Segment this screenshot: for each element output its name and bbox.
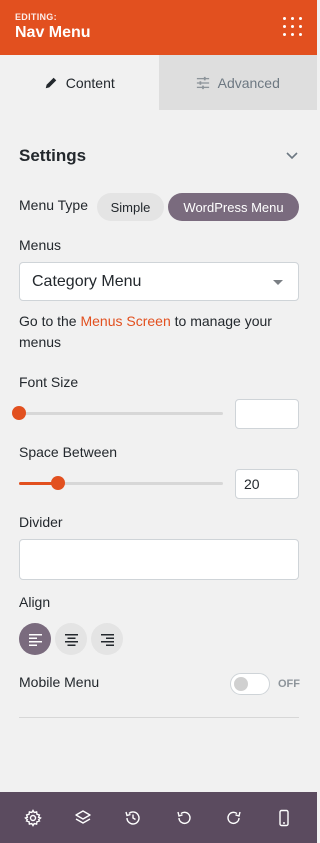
grid-menu-icon[interactable] — [283, 17, 303, 37]
tab-advanced[interactable]: Advanced — [158, 55, 317, 110]
space-between-input[interactable]: 20 — [235, 469, 299, 499]
toggle-knob — [234, 677, 248, 691]
tab-advanced-label: Advanced — [217, 74, 280, 91]
settings-section-header[interactable]: Settings — [19, 146, 299, 166]
mobile-icon — [279, 809, 289, 826]
undo-icon — [176, 811, 191, 824]
page-title: Nav Menu — [15, 24, 91, 41]
sliders-icon — [196, 76, 209, 89]
align-left-button[interactable] — [19, 623, 51, 655]
editing-label: EDITING: — [15, 12, 57, 22]
section-title: Settings — [19, 146, 87, 165]
menus-label: Menus — [19, 237, 62, 253]
responsive-button[interactable] — [268, 802, 300, 834]
menu-type-toggle: Simple WordPress Menu — [19, 193, 299, 221]
pencil-icon — [45, 77, 56, 88]
panel-header: EDITING: Nav Menu — [0, 0, 317, 55]
mobile-menu-state: OFF — [278, 678, 300, 690]
history-icon — [125, 810, 141, 825]
gear-icon — [24, 808, 42, 827]
tab-bar: Content Advanced — [0, 55, 317, 110]
tab-content[interactable]: Content — [0, 55, 159, 110]
align-center-icon — [64, 633, 78, 646]
menus-screen-link[interactable]: Menus Screen — [80, 313, 170, 329]
caret-down-icon — [273, 280, 283, 285]
align-button-group — [19, 623, 123, 655]
divider-input[interactable] — [19, 539, 299, 580]
slider-thumb[interactable] — [51, 476, 65, 490]
chevron-down-icon[interactable] — [285, 149, 299, 163]
space-between-label: Space Between — [19, 444, 118, 460]
font-size-slider[interactable] — [12, 406, 223, 420]
align-right-button[interactable] — [91, 623, 123, 655]
font-size-label: Font Size — [19, 374, 79, 390]
slider-thumb[interactable] — [12, 406, 26, 420]
footer-toolbar — [0, 792, 317, 843]
align-center-button[interactable] — [55, 623, 87, 655]
navigator-button[interactable] — [67, 802, 99, 834]
menus-select[interactable]: Category Menu — [19, 262, 299, 301]
space-between-slider[interactable] — [19, 476, 223, 490]
menus-hint: Go to the Menus Screen to manage your me… — [19, 311, 299, 353]
redo-button[interactable] — [218, 802, 250, 834]
tab-content-label: Content — [65, 74, 115, 91]
mobile-menu-toggle[interactable] — [230, 673, 270, 695]
mobile-menu-label: Mobile Menu — [19, 674, 100, 690]
redo-icon — [227, 811, 241, 824]
divider-label: Divider — [19, 514, 63, 530]
align-label: Align — [19, 594, 51, 610]
layers-icon — [75, 809, 91, 824]
hint-text-before: Go to the — [19, 313, 81, 329]
menu-type-wordpress-button[interactable]: WordPress Menu — [168, 193, 299, 221]
font-size-input[interactable] — [235, 399, 299, 429]
align-right-icon — [100, 633, 114, 646]
menu-type-simple-button[interactable]: Simple — [97, 193, 164, 221]
align-left-icon — [28, 633, 42, 646]
slider-track — [19, 412, 223, 415]
section-divider — [19, 717, 299, 718]
history-button[interactable] — [117, 802, 149, 834]
undo-button[interactable] — [168, 802, 200, 834]
settings-button[interactable] — [17, 802, 49, 834]
menus-select-value: Category Menu — [32, 272, 142, 290]
